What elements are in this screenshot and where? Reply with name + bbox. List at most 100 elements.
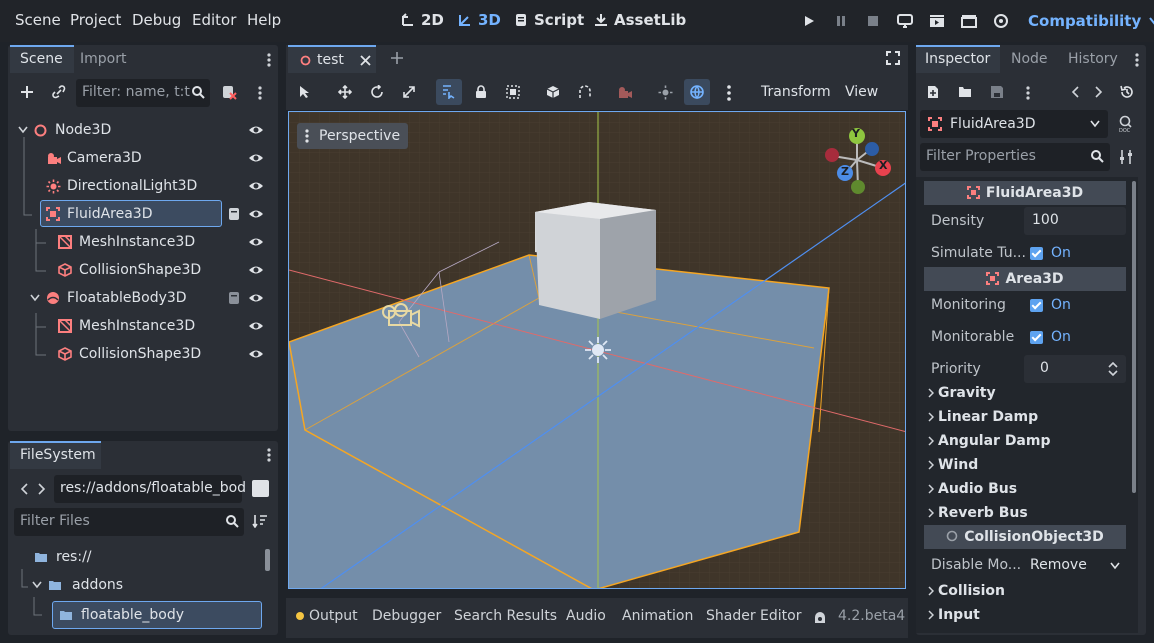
menu-scene[interactable]: Scene — [15, 11, 61, 29]
visibility-eye-icon[interactable] — [248, 263, 264, 277]
workspace-script[interactable]: Script — [514, 11, 584, 29]
select-tool-button[interactable] — [292, 79, 318, 105]
scene-menu-icon[interactable] — [258, 86, 262, 100]
history-back-button[interactable] — [1071, 86, 1079, 98]
menu-project[interactable]: Project — [70, 11, 121, 29]
group-collision[interactable]: Collision — [924, 579, 1126, 603]
file-item-addons[interactable]: addons — [32, 577, 123, 593]
new-resource-button[interactable] — [926, 85, 940, 99]
tab-audio[interactable]: Audio — [566, 608, 606, 624]
density-field[interactable]: 100 — [1024, 207, 1126, 235]
tab-history[interactable]: History — [1068, 51, 1118, 67]
workspace-3d[interactable]: 3D — [458, 11, 501, 29]
tab-scene[interactable]: Scene — [10, 45, 74, 73]
scrollbar[interactable] — [265, 549, 270, 571]
group-button[interactable] — [500, 79, 526, 105]
tree-item-collisionshape3d[interactable]: CollisionShape3D — [8, 340, 274, 368]
attach-script-button[interactable] — [216, 79, 242, 105]
dock-menu-icon[interactable] — [267, 53, 271, 67]
path-field[interactable]: res://addons/floatable_bod — [54, 475, 246, 503]
rotate-tool-button[interactable] — [364, 79, 390, 105]
dock-menu-icon[interactable] — [1135, 53, 1139, 67]
environment-preview-button[interactable] — [684, 79, 710, 105]
tab-import[interactable]: Import — [80, 51, 126, 67]
tree-item-directionallight3d[interactable]: DirectionalLight3D — [8, 172, 274, 200]
pause-button[interactable] — [828, 9, 854, 33]
visibility-eye-icon[interactable] — [248, 123, 264, 137]
instance-scene-button[interactable] — [46, 79, 72, 105]
tree-item-floatablebody3d[interactable]: FloatableBody3D — [8, 284, 274, 312]
play-button[interactable] — [796, 9, 822, 33]
tab-output[interactable]: Output — [296, 608, 358, 624]
object-history-button[interactable] — [1120, 85, 1134, 99]
selected-node-picker[interactable]: FluidArea3D — [920, 110, 1108, 138]
camera-preview-button[interactable] — [612, 79, 638, 105]
save-resource-button[interactable] — [990, 85, 1004, 99]
workspace-assetlib[interactable]: AssetLib — [594, 11, 686, 29]
script-attached-icon[interactable] — [227, 207, 241, 221]
dock-menu-icon[interactable] — [267, 448, 271, 462]
menu-debug[interactable]: Debug — [132, 11, 181, 29]
toolbar-more-icon[interactable] — [727, 85, 731, 101]
viewport-3d[interactable]: Y X Z Perspective — [288, 111, 906, 589]
sort-button[interactable] — [252, 514, 268, 528]
tree-item-collisionshape3d[interactable]: CollisionShape3D — [8, 256, 274, 284]
property-settings-button[interactable] — [1119, 149, 1133, 165]
monitorable-checkbox[interactable]: On — [1030, 329, 1071, 345]
tab-node[interactable]: Node — [1011, 51, 1048, 67]
back-button[interactable] — [20, 483, 28, 495]
inspector-scrollbar[interactable] — [1132, 181, 1136, 493]
file-item-res[interactable]: res:// — [34, 549, 92, 565]
tree-item-camera3d[interactable]: Camera3D — [8, 144, 274, 172]
priority-spinbox[interactable]: 0 — [1024, 355, 1126, 383]
tab-shader-editor[interactable]: Shader Editor — [706, 608, 801, 624]
visibility-eye-icon[interactable] — [248, 319, 264, 333]
list-select-button[interactable] — [436, 79, 462, 105]
lock-button[interactable] — [468, 79, 494, 105]
monitoring-checkbox[interactable]: On — [1030, 297, 1071, 313]
load-resource-button[interactable] — [958, 85, 972, 99]
play-custom-button[interactable] — [956, 9, 982, 33]
new-scene-button[interactable] — [390, 51, 404, 65]
group-gravity[interactable]: Gravity — [924, 381, 1126, 405]
script-attached-icon[interactable] — [227, 291, 241, 305]
docs-button[interactable]: DOC — [1118, 115, 1134, 133]
scale-tool-button[interactable] — [396, 79, 422, 105]
group-wind[interactable]: Wind — [924, 453, 1126, 477]
toggle-view-button[interactable] — [252, 480, 269, 497]
stop-button[interactable] — [860, 9, 886, 33]
group-angular-damp[interactable]: Angular Damp — [924, 429, 1126, 453]
menu-view[interactable]: View — [845, 84, 878, 100]
visibility-eye-icon[interactable] — [248, 347, 264, 361]
visibility-eye-icon[interactable] — [248, 179, 264, 193]
tree-item-meshinstance3d[interactable]: MeshInstance3D — [8, 228, 274, 256]
tree-item-meshinstance3d[interactable]: MeshInstance3D — [8, 312, 274, 340]
files-filter-input[interactable]: Filter Files — [14, 508, 244, 536]
viewport-scene[interactable] — [289, 112, 906, 589]
filter-properties-input[interactable]: Filter Properties — [920, 143, 1110, 171]
tab-animation[interactable]: Animation — [622, 608, 693, 624]
group-linear-damp[interactable]: Linear Damp — [924, 405, 1126, 429]
tab-debugger[interactable]: Debugger — [372, 608, 441, 624]
update-spinner-icon[interactable] — [813, 611, 827, 625]
renderer-select[interactable]: Compatibility — [1028, 12, 1154, 30]
tree-item-fluidarea3d[interactable]: FluidArea3D — [8, 200, 274, 228]
group-input[interactable]: Input — [924, 603, 1126, 627]
history-forward-button[interactable] — [1095, 86, 1103, 98]
add-node-button[interactable] — [14, 79, 40, 105]
movie-maker-button[interactable] — [988, 9, 1014, 33]
spinner-arrows-icon[interactable] — [1108, 362, 1118, 376]
disable-mode-select[interactable]: Remove — [1030, 557, 1126, 573]
tab-search-results[interactable]: Search Results — [454, 608, 557, 624]
tab-filesystem[interactable]: FileSystem — [10, 441, 101, 469]
snap-button[interactable] — [572, 79, 598, 105]
forward-button[interactable] — [38, 483, 46, 495]
sun-preview-button[interactable] — [652, 79, 678, 105]
remote-debug-button[interactable] — [892, 9, 918, 33]
file-item-floatable-body[interactable]: floatable_body — [52, 601, 262, 629]
group-reverb-bus[interactable]: Reverb Bus — [924, 501, 1126, 525]
tab-inspector[interactable]: Inspector — [916, 45, 1000, 73]
menu-help[interactable]: Help — [247, 11, 281, 29]
visibility-eye-icon[interactable] — [248, 235, 264, 249]
group-audio-bus[interactable]: Audio Bus — [924, 477, 1126, 501]
